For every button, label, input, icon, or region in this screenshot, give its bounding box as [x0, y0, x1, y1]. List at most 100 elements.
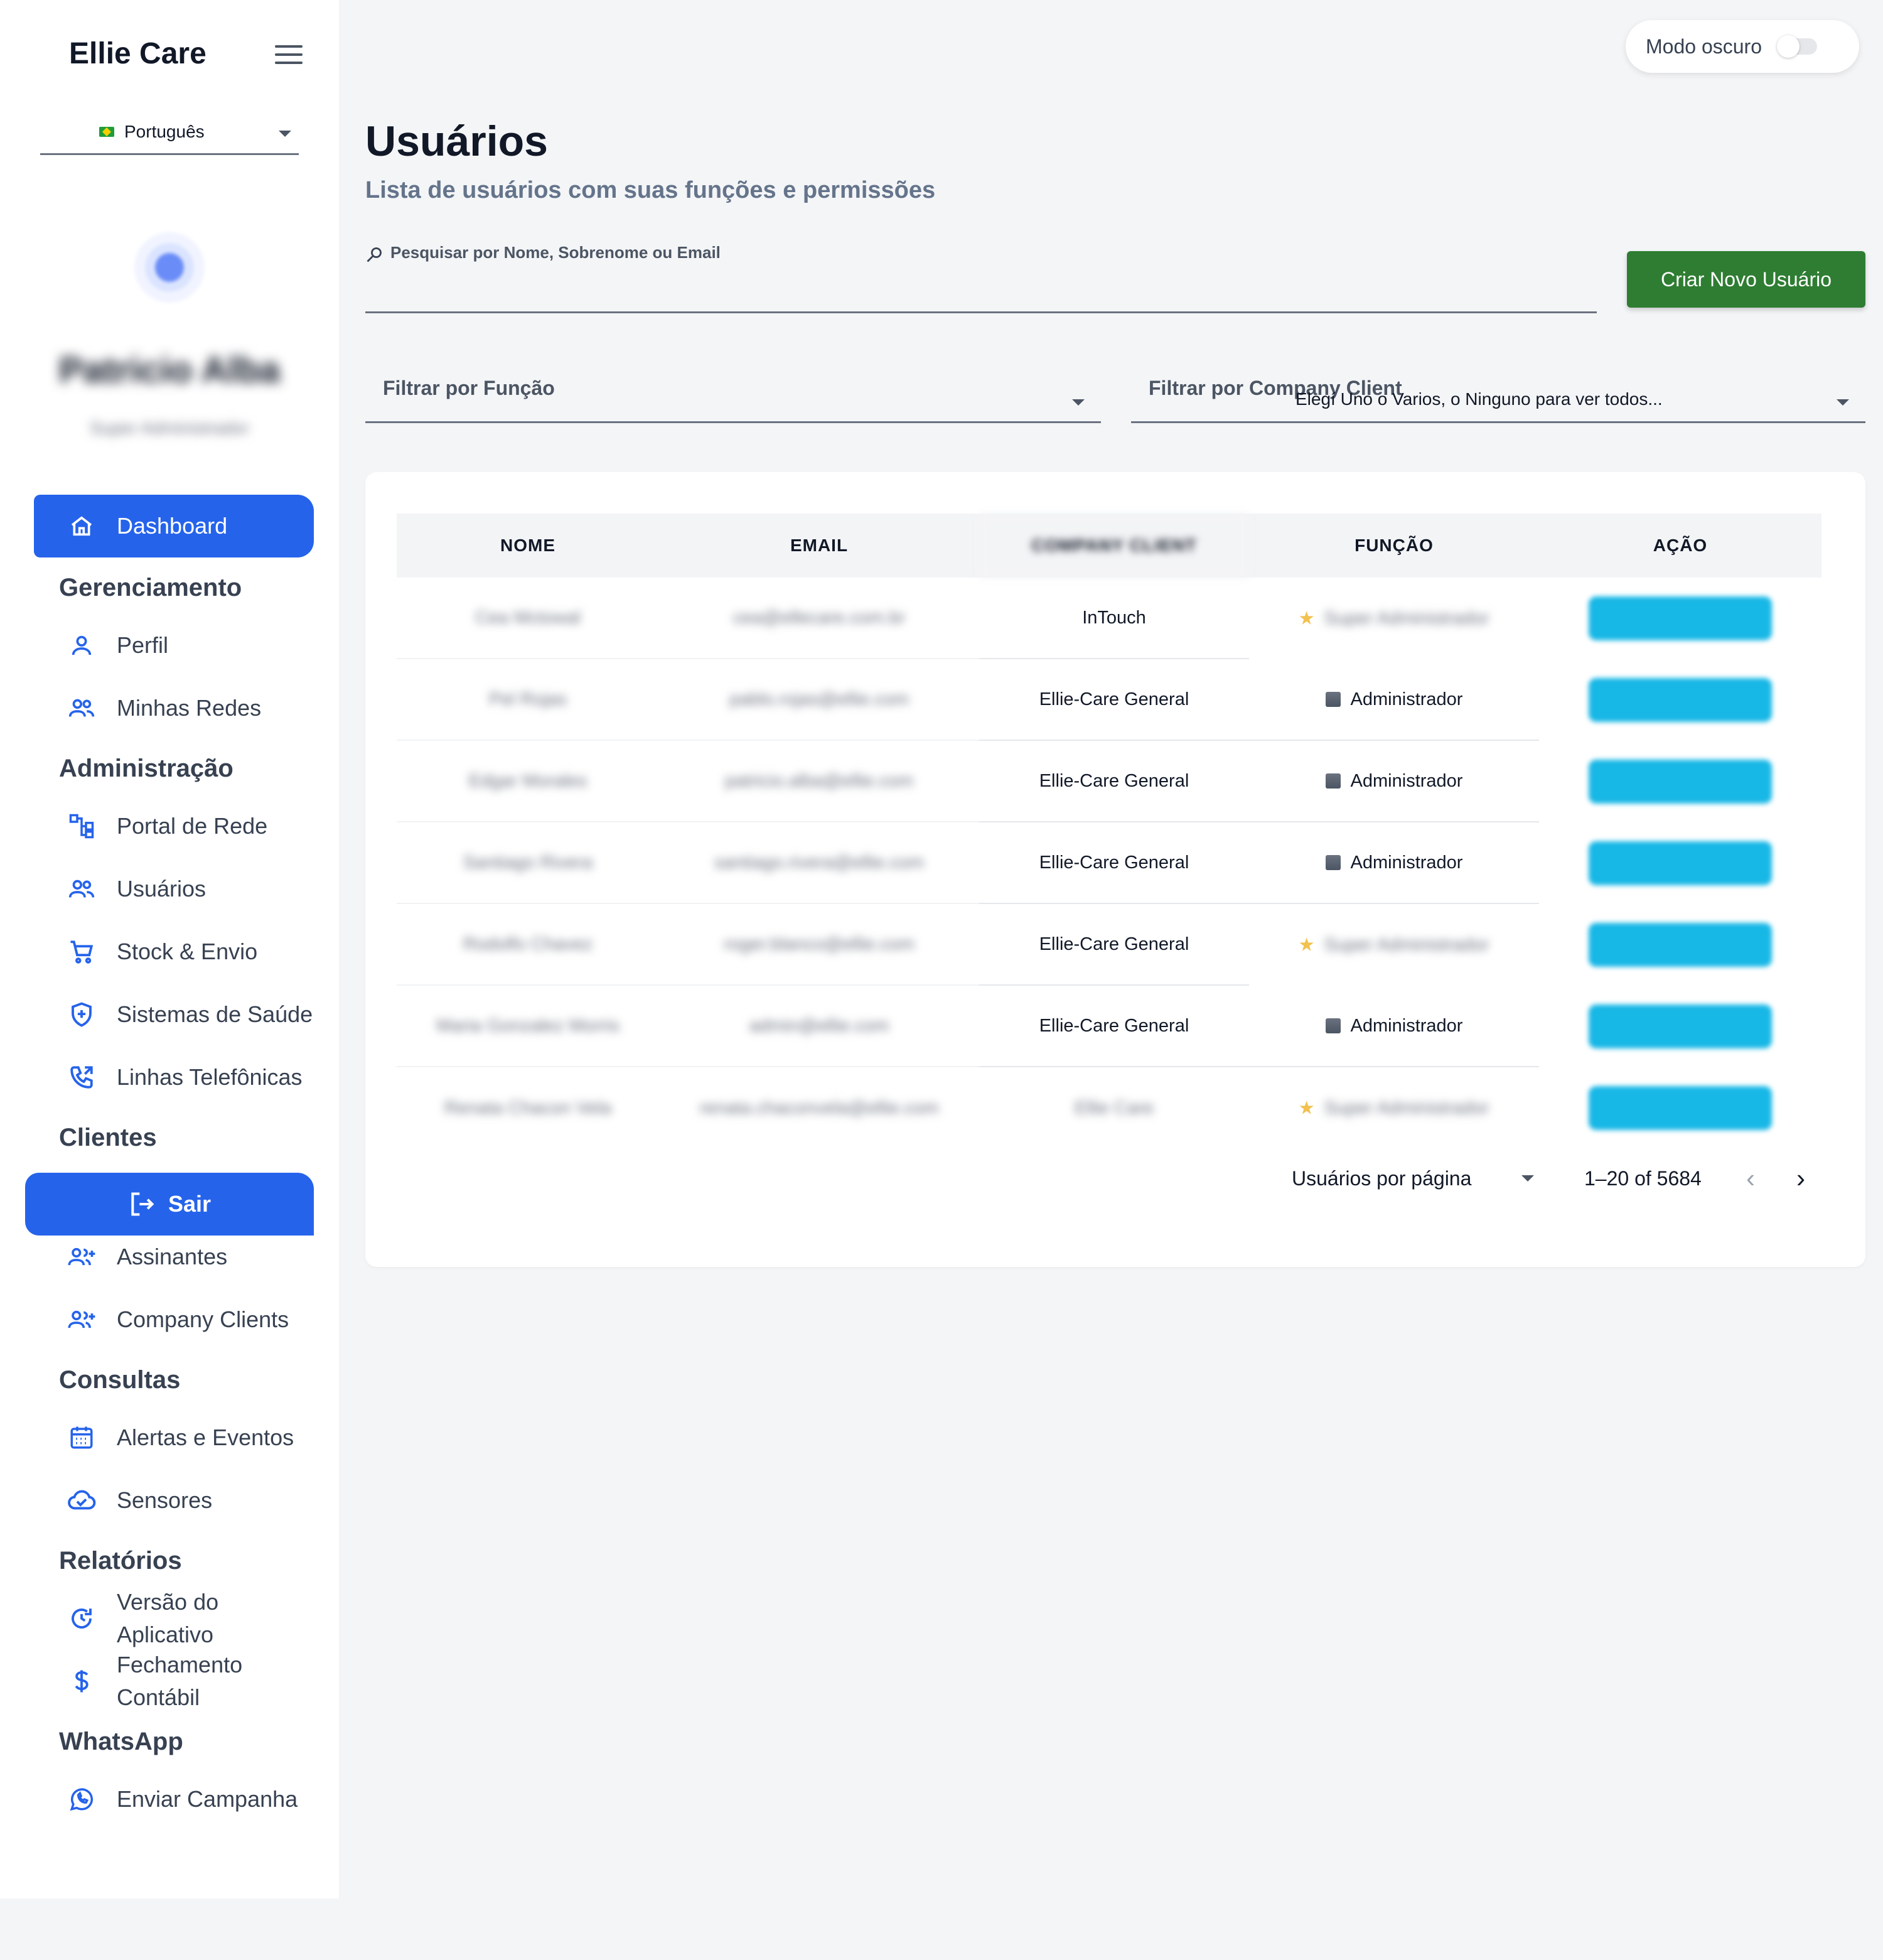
- sidebar-item-portal-de-rede[interactable]: Portal de Rede: [34, 795, 314, 858]
- cell-acao: [1539, 822, 1821, 904]
- action-button[interactable]: [1589, 760, 1772, 804]
- phone-forward-icon: [65, 1061, 98, 1094]
- prev-page-button[interactable]: ‹: [1746, 1163, 1755, 1194]
- cell-nome: Maria Gonzalez Morris: [397, 986, 659, 1067]
- sidebar-item-sistemas-de-saude[interactable]: Sistemas de Saúde: [34, 983, 314, 1046]
- chevron-right-icon: ›: [1796, 1163, 1805, 1193]
- cell-nome: Cea Mctowal: [397, 578, 659, 659]
- section-whatsapp: WhatsApp: [59, 1728, 183, 1755]
- next-page-button[interactable]: ›: [1796, 1163, 1805, 1194]
- logout-icon: [128, 1190, 156, 1218]
- cell-funcao: Super Administrador: [1249, 1067, 1539, 1149]
- cell-funcao: Administrador: [1249, 659, 1539, 741]
- cell-nome: Rodolfo Chavez: [397, 904, 659, 986]
- role-name: Administrador: [1350, 689, 1463, 709]
- sidebar-item-dashboard[interactable]: Dashboard: [34, 495, 314, 557]
- role-name: Administrador: [1350, 852, 1463, 873]
- create-user-button[interactable]: Criar Novo Usuário: [1627, 251, 1865, 308]
- dark-mode-label: Modo oscuro: [1646, 35, 1762, 58]
- cell-nome: Edgar Morales: [397, 741, 659, 822]
- chevron-down-icon: [1521, 1175, 1535, 1182]
- column-header-email[interactable]: EMAIL: [659, 514, 979, 578]
- company-name: Ellie-Care General: [1039, 852, 1189, 873]
- language-select[interactable]: Português: [40, 113, 299, 155]
- user-name: Santiago Rivera: [463, 852, 593, 873]
- logout-button[interactable]: Sair: [25, 1173, 314, 1236]
- brazil-flag-icon: [99, 127, 114, 137]
- group-icon: [65, 692, 98, 724]
- sidebar-item-label: Sensores: [117, 1487, 213, 1513]
- section-gerenciamento: Gerenciamento: [59, 574, 242, 601]
- sidebar-item-usuarios[interactable]: Usuários: [34, 858, 314, 920]
- home-icon: [65, 510, 98, 542]
- sidebar-item-label: Minhas Redes: [117, 695, 262, 721]
- action-button[interactable]: [1589, 678, 1772, 722]
- cloud-check-icon: [65, 1484, 98, 1517]
- user-email: pablo.rojas@ellie.com: [729, 689, 909, 709]
- cell-funcao: Administrador: [1249, 741, 1539, 822]
- cell-acao: [1539, 741, 1821, 822]
- sidebar-item-versao-aplicativo[interactable]: Versão do Aplicativo: [34, 1587, 314, 1650]
- sidebar-item-perfil[interactable]: Perfil: [34, 614, 314, 677]
- role-name: Administrador: [1350, 770, 1463, 791]
- action-button[interactable]: [1589, 596, 1772, 640]
- cell-nome: Pel Rojas: [397, 659, 659, 741]
- pagination-range: 1–20 of 5684: [1584, 1166, 1702, 1190]
- filter-company-placeholder: Elegí Uno o Varios, o Ninguno para ver t…: [1296, 389, 1663, 409]
- cell-acao: [1539, 659, 1821, 741]
- filter-role-select[interactable]: Filtrar por Função: [365, 363, 1101, 423]
- sidebar-item-fechamento-contabil[interactable]: Fechamento Contábil: [34, 1650, 314, 1713]
- cell-email: cea@ellecare.com.br: [659, 578, 979, 659]
- action-button[interactable]: [1589, 923, 1772, 967]
- rows-per-page-label: Usuários por página: [1292, 1166, 1472, 1190]
- sidebar-item-linhas-telefonicas[interactable]: Linhas Telefônicas: [34, 1046, 314, 1109]
- hamburger-menu-icon[interactable]: [275, 45, 303, 64]
- building-icon: [1325, 1018, 1341, 1033]
- column-header-company[interactable]: COMPANY CLIENT: [979, 514, 1249, 578]
- health-shield-icon: [65, 998, 98, 1031]
- table-row: Santiago Rivera santiago.rivera@ellie.com…: [397, 822, 1821, 904]
- action-button[interactable]: [1589, 1086, 1772, 1130]
- sidebar-item-stock-envio[interactable]: Stock & Envio: [34, 920, 314, 983]
- filter-company-select[interactable]: Filtrar por Company Client Elegí Uno o V…: [1131, 363, 1865, 423]
- sidebar-item-label: Fechamento Contábil: [117, 1652, 243, 1710]
- cell-email: admin@ellie.com: [659, 986, 979, 1067]
- sidebar-item-alertas-eventos[interactable]: Alertas e Eventos: [34, 1406, 314, 1469]
- user-email: admin@ellie.com: [749, 1015, 889, 1036]
- sidebar-item-sensores[interactable]: Sensores: [34, 1469, 314, 1532]
- chevron-down-icon: [1072, 399, 1085, 406]
- cell-company: Ellie-Care General: [979, 822, 1249, 904]
- dark-mode-toggle[interactable]: Modo oscuro: [1626, 20, 1859, 73]
- cell-email: pablo.rojas@ellie.com: [659, 659, 979, 741]
- cell-acao: [1539, 904, 1821, 986]
- column-header-nome[interactable]: NOME: [397, 514, 659, 578]
- logout-label: Sair: [168, 1191, 212, 1217]
- update-icon: [65, 1602, 98, 1635]
- building-icon: [1325, 692, 1341, 707]
- action-button[interactable]: [1589, 841, 1772, 885]
- section-consultas: Consultas: [59, 1366, 181, 1394]
- person-icon: [65, 629, 98, 662]
- sidebar-item-label: Linhas Telefônicas: [117, 1064, 303, 1090]
- sidebar-item-enviar-campanha[interactable]: Enviar Campanha: [34, 1768, 314, 1831]
- column-header-funcao[interactable]: FUNÇÃO: [1249, 514, 1539, 578]
- action-button[interactable]: [1589, 1004, 1772, 1048]
- search-field[interactable]: [365, 242, 1597, 313]
- cell-nome: Renata Chacon Vela: [397, 1067, 659, 1149]
- search-input[interactable]: [389, 242, 1521, 263]
- sidebar-item-minhas-redes[interactable]: Minhas Redes: [34, 677, 314, 740]
- cell-funcao: Administrador: [1249, 822, 1539, 904]
- star-icon: [1299, 937, 1314, 951]
- sidebar-item-company-clients[interactable]: Company Clients: [34, 1288, 314, 1351]
- user-email: renata.chaconvela@ellie.com: [699, 1097, 939, 1118]
- sidebar-item-label: Versão do Aplicativo: [117, 1589, 219, 1647]
- dark-mode-switch[interactable]: [1776, 35, 1817, 58]
- role-name: Super Administrador: [1324, 608, 1489, 628]
- search-icon: [365, 246, 383, 267]
- star-icon: [1299, 611, 1314, 625]
- rows-per-page[interactable]: Usuários por página: [1292, 1163, 1535, 1194]
- section-clientes: Clientes: [59, 1124, 157, 1151]
- cell-company: Ellie-Care General: [979, 904, 1249, 986]
- page-title: Usuários: [365, 117, 548, 165]
- cell-email: santiago.rivera@ellie.com: [659, 822, 979, 904]
